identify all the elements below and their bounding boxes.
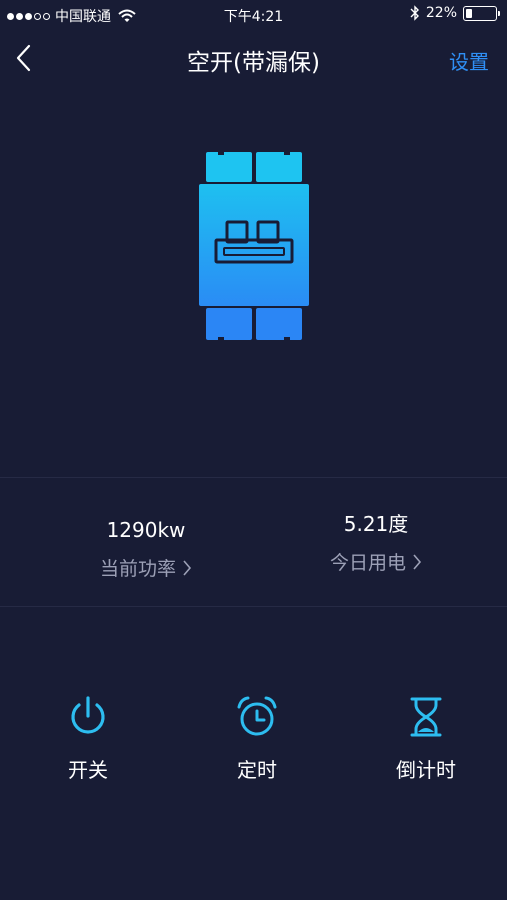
divider (0, 606, 507, 607)
status-bar: 中国联通 下午4:21 22% (0, 0, 507, 30)
circuit-breaker-icon (199, 152, 309, 340)
battery-icon (463, 5, 500, 21)
chevron-right-icon (183, 559, 192, 576)
energy-value: 5.21度 (343, 512, 409, 536)
energy-label: 今日用电 (329, 552, 406, 574)
power-icon (71, 696, 105, 734)
energy-label-row: 今日用电 (276, 548, 476, 575)
countdown-button[interactable]: 倒计时 (366, 694, 486, 783)
nav-bar: 空开(带漏保) 设置 (0, 30, 507, 88)
battery-fill (466, 8, 473, 18)
today-energy-stat[interactable]: 5.21度 今日用电 (276, 510, 476, 575)
page-title: 空开(带漏保) (187, 50, 320, 76)
countdown-label: 倒计时 (396, 758, 456, 782)
app-screen: 中国联通 下午4:21 22% 空开(带漏保) 设置 1290kw 当前功率 5… (0, 0, 507, 900)
bluetooth-icon (410, 5, 419, 21)
divider (0, 477, 507, 478)
power-label: 当前功率 (99, 558, 176, 580)
current-power-stat[interactable]: 1290kw 当前功率 (46, 510, 246, 581)
alarm-clock-icon (237, 696, 277, 736)
chevron-right-icon (413, 553, 422, 570)
timer-label: 定时 (237, 758, 277, 782)
status-right: 22% (410, 5, 500, 21)
power-toggle-button[interactable]: 开关 (28, 694, 148, 783)
power-value: 1290kw (106, 518, 186, 542)
timer-button[interactable]: 定时 (197, 694, 317, 783)
battery-percent: 22% (425, 5, 457, 21)
settings-button[interactable]: 设置 (449, 46, 489, 75)
power-label-row: 当前功率 (46, 554, 246, 581)
power-toggle-label: 开关 (68, 758, 108, 782)
hourglass-icon (410, 697, 442, 737)
